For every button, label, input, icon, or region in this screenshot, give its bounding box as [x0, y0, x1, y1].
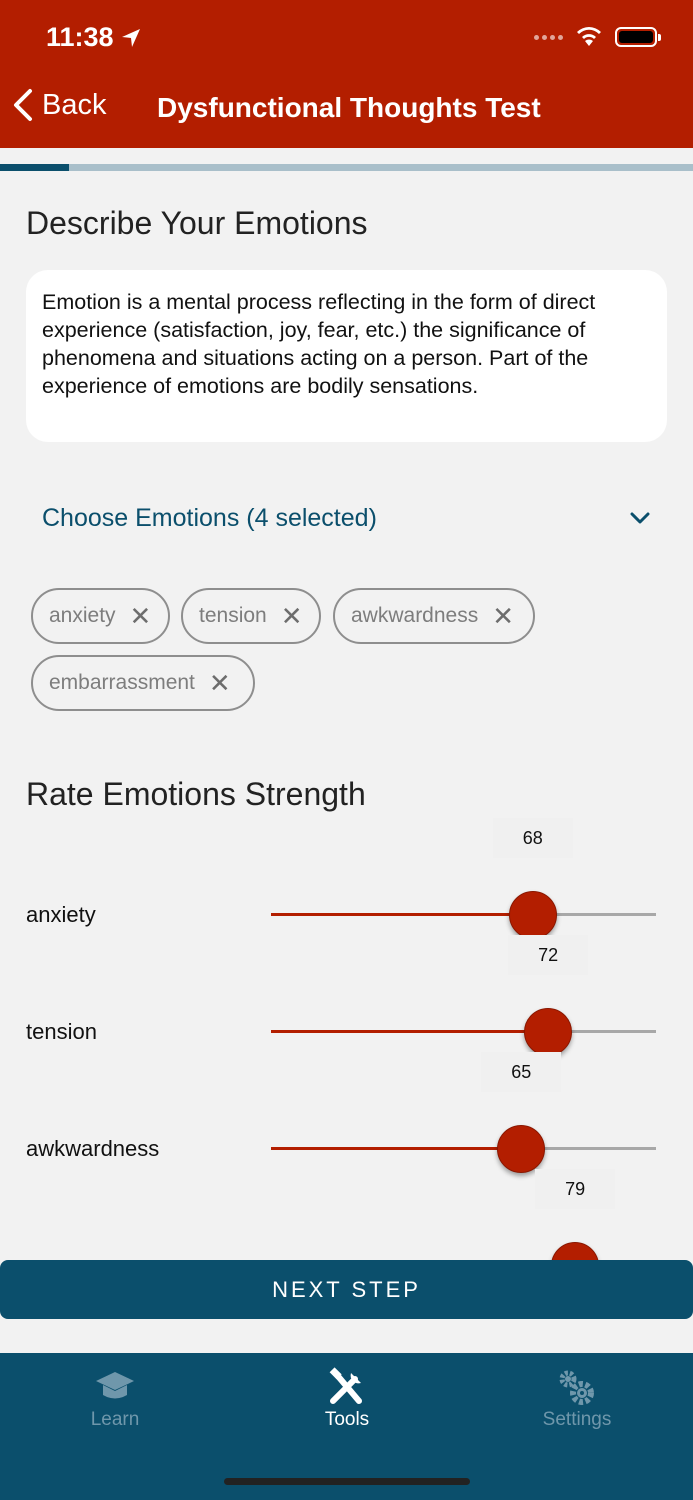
cellular-signal-icon — [534, 34, 563, 40]
emotion-chip-label: embarrassment — [49, 671, 195, 694]
slider-value: 68 — [492, 818, 573, 858]
rating-label: anxiety — [26, 902, 96, 927]
app-header: 11:38 Back Dysfunctional Thoughts Test — [0, 0, 693, 148]
strength-slider[interactable]: 72 — [271, 935, 656, 1056]
emotion-chip-label: tension — [199, 604, 267, 627]
remove-chip-icon[interactable]: ✕ — [209, 668, 231, 699]
emotion-chip: anxiety ✕ — [31, 588, 170, 644]
battery-icon — [615, 27, 661, 47]
remove-chip-icon[interactable]: ✕ — [492, 601, 514, 632]
status-time-text: 11:38 — [46, 22, 114, 52]
chevron-left-icon — [14, 89, 32, 121]
back-label: Back — [42, 88, 107, 121]
rating-label: tension — [26, 1019, 97, 1044]
step-progress-bar — [0, 164, 693, 171]
remove-chip-icon[interactable]: ✕ — [130, 601, 152, 632]
status-indicators — [534, 26, 661, 48]
choose-emotions-dropdown[interactable]: Choose Emotions (4 selected) — [42, 500, 652, 536]
gears-icon — [559, 1370, 594, 1405]
strength-slider[interactable]: 65 — [271, 1052, 656, 1173]
strength-slider[interactable]: 68 — [271, 818, 656, 939]
tab-settings-label: Settings — [542, 1409, 612, 1430]
emotion-chip-label: anxiety — [49, 604, 116, 627]
home-indicator — [224, 1478, 470, 1485]
back-button[interactable]: Back — [12, 88, 106, 122]
status-time: 11:38 — [46, 22, 142, 53]
tab-settings[interactable]: Settings — [497, 1367, 657, 1431]
next-step-button[interactable]: NEXT STEP — [0, 1260, 693, 1319]
page-title: Dysfunctional Thoughts Test — [157, 92, 541, 123]
remove-chip-icon[interactable]: ✕ — [281, 601, 303, 632]
slider-value: 65 — [481, 1052, 562, 1092]
slider-track-fill — [271, 913, 533, 916]
slider-thumb[interactable] — [508, 891, 557, 939]
slider-thumb[interactable] — [524, 1008, 573, 1056]
emotion-chip: embarrassment ✕ — [31, 655, 255, 711]
step-progress-fill — [0, 164, 70, 171]
slider-track-fill — [271, 1147, 522, 1150]
rating-label: awkwardness — [26, 1136, 160, 1161]
slider-thumb[interactable] — [497, 1125, 546, 1173]
tab-tools[interactable]: Tools — [267, 1367, 427, 1431]
wifi-icon — [577, 27, 601, 46]
slider-track-fill — [271, 1030, 549, 1033]
rate-strength-heading: Rate Emotions Strength — [26, 776, 366, 812]
chevron-down-icon — [630, 512, 650, 524]
slider-value: 72 — [508, 935, 589, 975]
emotion-description-text: Emotion is a mental process reflecting i… — [42, 290, 596, 398]
emotion-chip: tension ✕ — [181, 588, 321, 644]
graduation-cap-icon — [96, 1372, 134, 1399]
tab-learn[interactable]: Learn — [35, 1367, 195, 1431]
emotions-heading: Describe Your Emotions — [26, 205, 368, 241]
tab-tools-label: Tools — [324, 1409, 370, 1430]
emotion-chip: awkwardness ✕ — [333, 588, 535, 644]
tab-learn-label: Learn — [90, 1409, 140, 1430]
emotion-chip-label: awkwardness — [351, 604, 479, 627]
tools-icon — [329, 1367, 362, 1404]
emotion-description-card: Emotion is a mental process reflecting i… — [26, 270, 667, 442]
choose-emotions-label: Choose Emotions (4 selected) — [42, 503, 377, 532]
slider-value: 79 — [535, 1169, 616, 1209]
location-arrow-icon — [121, 28, 140, 47]
